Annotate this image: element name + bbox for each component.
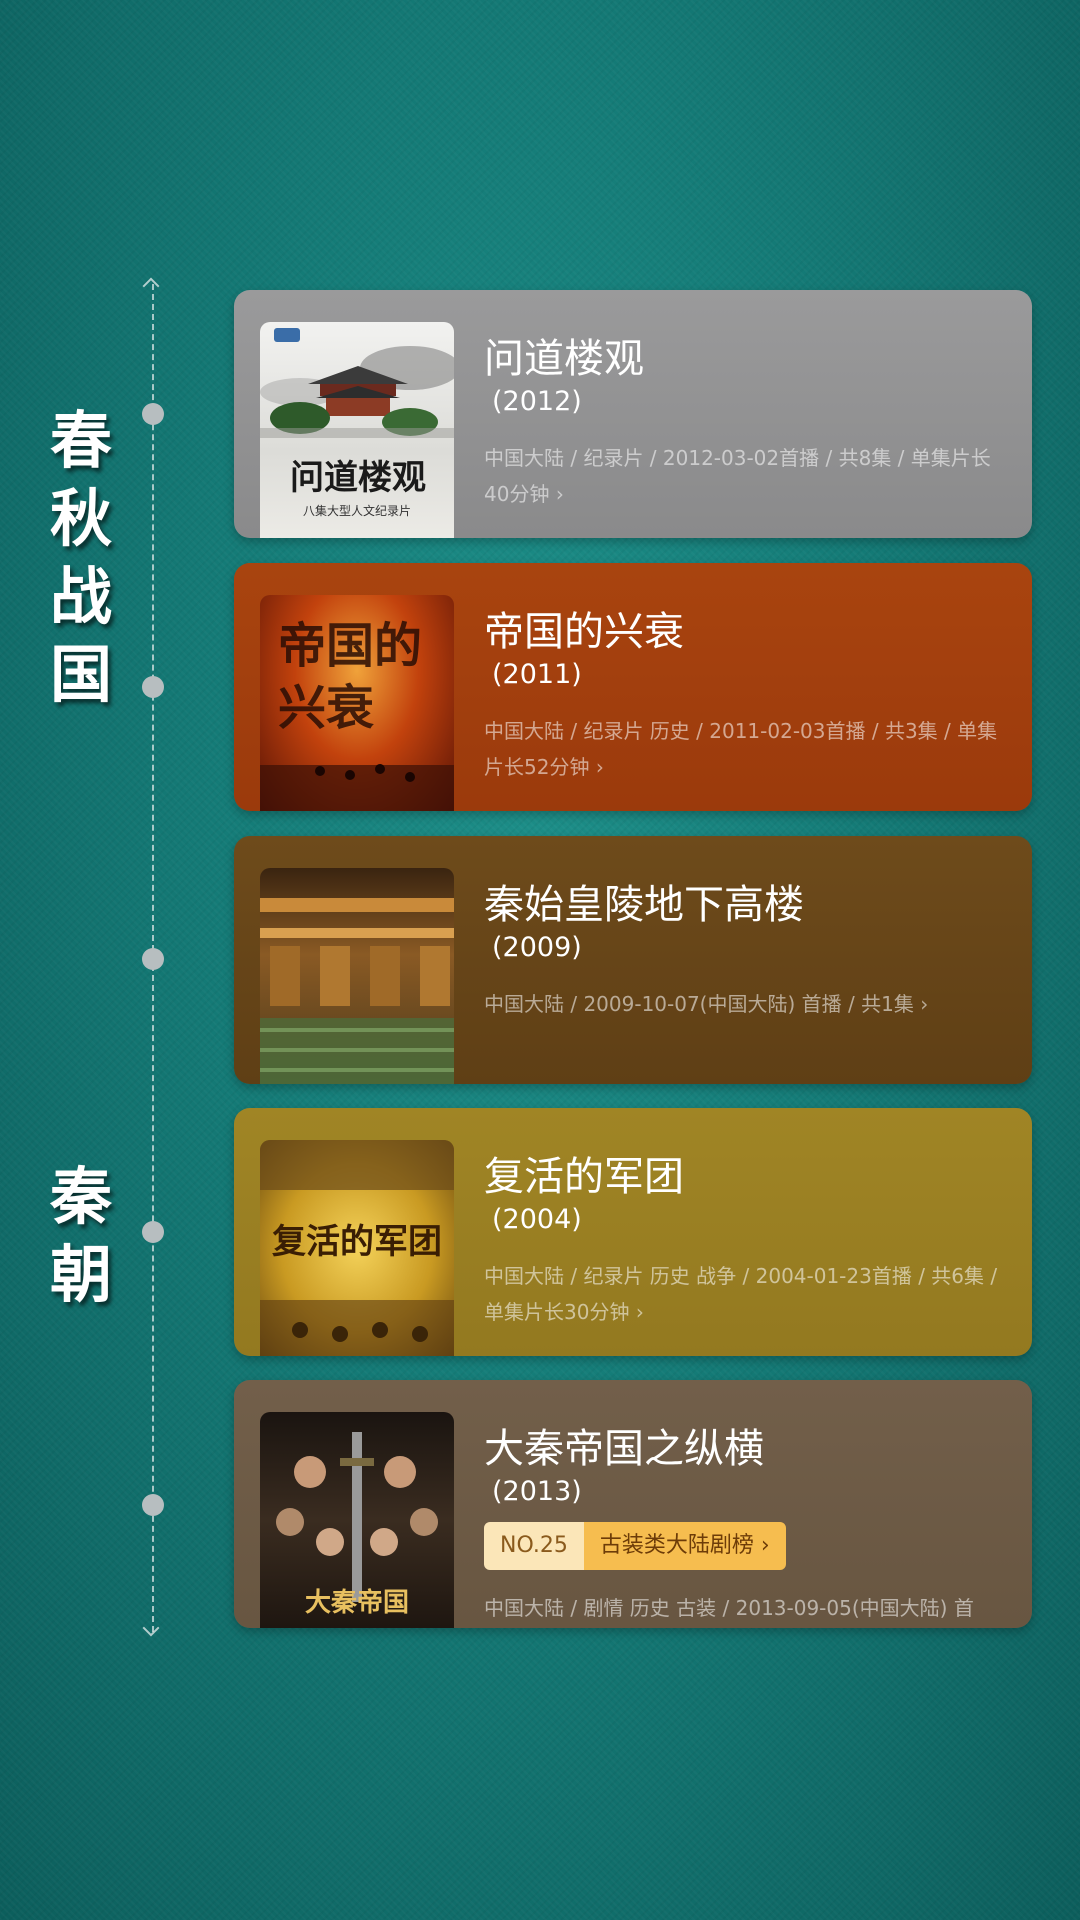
poster-image: 复活的军团 [260,1140,454,1356]
ranking-category: 古装类大陆剧榜 › [583,1522,786,1570]
poster-title: 问道楼观 [290,458,426,498]
work-title[interactable]: 秦始皇陵地下高楼 [484,872,804,930]
chevron-right-icon: › [555,482,564,506]
era-char: 春 [49,404,112,477]
poster-title: 大秦帝国 [304,1588,409,1618]
work-card[interactable]: 问道楼观 八集大型人文纪录片 问道楼观 (2012) 中国大陆 / 纪录片 / … [234,290,1032,538]
poster-image: 大秦帝国 [260,1412,454,1628]
timeline-dot [142,403,164,425]
work-meta-text: 中国大陆 / 剧情 历史 古装 / 2013-09-05(中国大陆) 首 [484,1596,974,1620]
work-year: (2012) [492,386,582,417]
timeline-dot [142,676,164,698]
work-card[interactable]: 复活的军团 复活的军团 (2004) 中国大陆 / 纪录片 历史 战争 / 20… [234,1108,1032,1356]
chevron-right-icon: › [760,1533,770,1558]
work-year: (2011) [492,659,582,690]
work-meta-text: 中国大陆 / 2009-10-07(中国大陆) 首播 / 共1集 [484,992,914,1016]
poster-subtitle: 八集大型人文纪录片 [302,504,411,518]
chevron-right-icon: › [635,1300,644,1324]
poster-art [260,898,454,1084]
work-meta[interactable]: 中国大陆 / 剧情 历史 古装 / 2013-09-05(中国大陆) 首 [484,1590,1010,1626]
era-char: 秋 [49,482,112,555]
work-title[interactable]: 大秦帝国之纵横 [484,1416,764,1474]
work-card[interactable]: 秦始皇陵地下高楼 (2009) 中国大陆 / 2009-10-07(中国大陆) … [234,836,1032,1084]
work-card[interactable]: 帝国的兴衰 帝国的兴衰 (2011) 中国大陆 / 纪录片 历史 / 2011-… [234,563,1032,811]
work-year: (2009) [492,932,582,963]
ranking-badge[interactable]: NO.25 古装类大陆剧榜 › [484,1522,786,1570]
work-meta-text: 中国大陆 / 纪录片 历史 / 2011-02-03首播 / 共3集 / 单集片… [484,719,998,779]
timeline-dot [142,948,164,970]
work-meta[interactable]: 中国大陆 / 纪录片 历史 战争 / 2004-01-23首播 / 共6集 / … [484,1258,1010,1330]
work-meta[interactable]: 中国大陆 / 纪录片 / 2012-03-02首播 / 共8集 / 单集片长40… [484,440,1010,512]
work-meta-text: 中国大陆 / 纪录片 历史 战争 / 2004-01-23首播 / 共6集 / … [484,1264,998,1324]
chevron-right-icon: › [920,992,929,1016]
work-title[interactable]: 复活的军团 [484,1144,684,1202]
work-meta[interactable]: 中国大陆 / 纪录片 历史 / 2011-02-03首播 / 共3集 / 单集片… [484,713,1010,785]
era-char: 国 [49,638,112,711]
poster-image: 帝国的兴衰 [260,595,454,811]
era-label-chunqiu-zhanguo: 春 秋 战 国 [46,402,116,714]
work-year: (2004) [492,1204,582,1235]
work-title[interactable]: 问道楼观 [484,326,644,384]
work-card[interactable]: 大秦帝国 大秦帝国之纵横 (2013) NO.25 古装类大陆剧榜 › 中国大陆… [234,1380,1032,1628]
poster-art [260,764,454,811]
work-title[interactable]: 帝国的兴衰 [484,599,684,657]
chevron-right-icon: › [595,755,604,779]
poster-image: 问道楼观 八集大型人文纪录片 [260,322,454,538]
era-char: 战 [49,560,112,633]
work-meta[interactable]: 中国大陆 / 2009-10-07(中国大陆) 首播 / 共1集 › [484,986,1010,1022]
ranking-category-label: 古装类大陆剧榜 [599,1533,754,1558]
ranking-number: NO.25 [484,1522,584,1570]
timeline-dot [142,1221,164,1243]
poster-image [260,868,454,1084]
poster-title: 复活的军团 [272,1222,442,1262]
era-char: 朝 [49,1238,112,1311]
timeline-dot [142,1494,164,1516]
work-year: (2013) [492,1476,582,1507]
era-label-qin: 秦 朝 [46,1158,116,1314]
era-char: 秦 [49,1160,112,1233]
